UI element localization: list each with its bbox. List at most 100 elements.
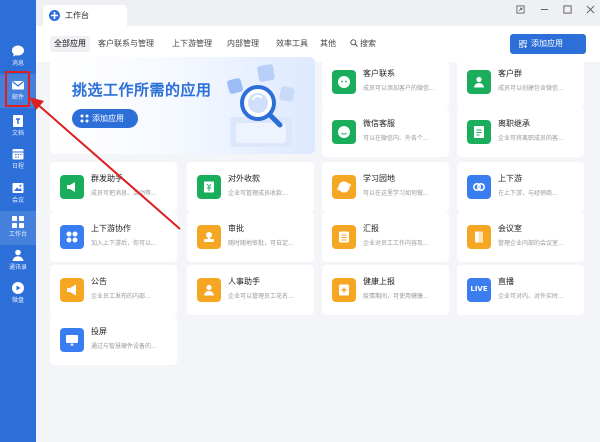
app-name: 微信客服 [363,119,395,128]
app-description: 成员可以添加客户的微信... [363,85,435,92]
sidebar-item-messages[interactable]: 消息 [0,40,36,74]
maximize-icon[interactable] [558,2,576,18]
app-name: 对外收款 [228,174,260,183]
search-icon [350,39,358,47]
tab-customer-management[interactable]: 客户联系与管理 [98,36,154,52]
magnifier-illustration-icon [227,64,295,147]
sidebar-item-label: 通讯录 [8,264,27,271]
app-name: 健康上报 [363,277,395,286]
app-name: 群发助手 [91,174,123,183]
app-description: 企业可将离职成员的客... [498,135,564,142]
document-icon [13,115,23,127]
search-button[interactable]: 搜索 [350,36,376,52]
hero-title: 挑选工作所需的应用 [72,81,212,99]
app-description: 加入上下游后，你可以... [91,240,157,247]
app-card[interactable]: 会议室 管理企业内部的会议室... [457,212,584,262]
customer-group-icon [467,70,491,94]
payment-icon [197,175,221,199]
message-icon [12,45,24,57]
app-grid-icon [80,114,89,123]
app-card[interactable]: 学习园地 可以在这里学习如何做... [322,162,449,212]
contacts-icon [12,249,24,261]
app-description: 企业可对内、对外实时... [498,293,564,300]
add-app-label: 添加应用 [531,39,563,48]
tab-other[interactable]: 其他 [320,36,336,52]
learning-icon [332,175,356,199]
app-card[interactable]: 离职继承企业可将离职成员的客... [457,107,584,157]
sidebar-item-docs[interactable]: 文档 [0,110,36,144]
minimize-icon[interactable] [535,2,553,18]
screen-cast-icon [60,328,84,352]
pin-icon[interactable] [511,2,529,18]
app-name: 学习园地 [363,174,395,183]
workbench-window-tab[interactable]: 工作台 [43,5,127,26]
app-description: 成员可以创建包含微信... [498,85,564,92]
tab-upstream-downstream[interactable]: 上下游管理 [172,36,212,52]
app-card[interactable]: 人事助手 企业可以管理员工花名... [187,265,314,315]
add-app-button[interactable]: 添加应用 [510,34,586,54]
workbench-icon [12,216,24,228]
app-name: 上下游 [498,174,522,183]
workbench-logo-icon [49,10,60,21]
app-card[interactable]: LIVE 直播 企业可对内、对外实时... [457,265,584,315]
collaboration-icon [60,225,84,249]
sidebar-item-label: 文档 [11,130,24,137]
title-bar: 工作台 [36,0,600,26]
app-description: 企业对员工工作内容及... [363,240,429,247]
broadcast-icon [60,175,84,199]
tab-efficiency-tools[interactable]: 效率工具 [276,36,308,52]
tab-internal-management[interactable]: 内部管理 [227,36,259,52]
meeting-icon [12,183,24,193]
app-card[interactable]: 对外收款企业可管理成员收款... [187,162,314,212]
app-card[interactable]: 审批 随时随地审批，可自定... [187,212,314,262]
app-name: 投屏 [91,327,107,336]
app-card[interactable]: 公告 企业员工发布的内部... [50,265,177,315]
app-description: 疫情期间，可使用健康... [363,293,429,300]
hero-button-label: 添加应用 [92,114,124,123]
hr-assistant-icon [197,278,221,302]
sidebar-item-label: 工作台 [8,231,27,238]
live-badge: LIVE [470,285,488,293]
sidebar-item-drive[interactable]: 微盘 [0,277,36,311]
app-description: 企业员工发布的内部... [91,293,151,300]
drive-icon [12,282,24,294]
app-card[interactable]: 汇报企业对员工工作内容及... [322,212,449,262]
hero-banner: 挑选工作所需的应用 添加应用 [50,57,315,154]
tab-all-apps[interactable]: 全部应用 [50,36,90,52]
sidebar-item-workbench[interactable]: 工作台 [0,211,36,245]
app-name: 汇报 [363,224,379,233]
app-card[interactable]: 群发助手成员可把消息、活动等... [50,162,177,212]
app-name: 会议室 [498,224,522,233]
app-description: 可以在微信内、外各个... [363,135,429,142]
customer-contact-icon [332,70,356,94]
announcement-icon [60,278,84,302]
app-name: 客户群 [498,69,522,78]
app-card[interactable]: 微信客服可以在微信内、外各个... [322,107,449,157]
sidebar-item-contacts[interactable]: 通讯录 [0,244,36,278]
search-label: 搜索 [360,39,376,48]
app-card[interactable]: 健康上报疫情期间，可使用健康... [322,265,449,315]
app-card[interactable]: 上下游在上下游，与经销商... [457,162,584,212]
sidebar-item-meeting[interactable]: 会议 [0,177,36,211]
close-icon[interactable] [581,2,599,18]
app-description: 企业可管理成员收款... [228,190,288,197]
app-name: 审批 [228,224,244,233]
app-grid-icon [519,40,527,48]
hero-add-app-button[interactable]: 添加应用 [72,109,138,128]
app-card[interactable]: 客户群成员可以创建包含微信... [457,57,584,107]
left-nav-rail: 消息 邮件 文档 日程 会议 工作台 通讯录 微盘 [0,0,36,442]
sidebar-item-calendar[interactable]: 日程 [0,143,36,177]
app-description: 在上下游，与经销商... [498,190,558,197]
app-name: 离职继承 [498,119,530,128]
upstream-downstream-icon [467,175,491,199]
app-card[interactable]: 投屏通过与智慧硬件设备的... [50,315,177,365]
app-description: 企业可以管理员工花名... [228,293,294,300]
app-description: 成员可把消息、活动等... [91,190,157,197]
live-icon: LIVE [467,278,491,302]
app-card[interactable]: 客户联系 成员可以添加客户的微信... [322,57,449,107]
app-description: 通过与智慧硬件设备的... [91,343,157,350]
sidebar-item-label: 日程 [11,163,24,170]
meeting-room-icon [467,225,491,249]
window-tab-title: 工作台 [65,11,89,20]
app-card[interactable]: 上下游协作 加入上下游后，你可以... [50,212,177,262]
